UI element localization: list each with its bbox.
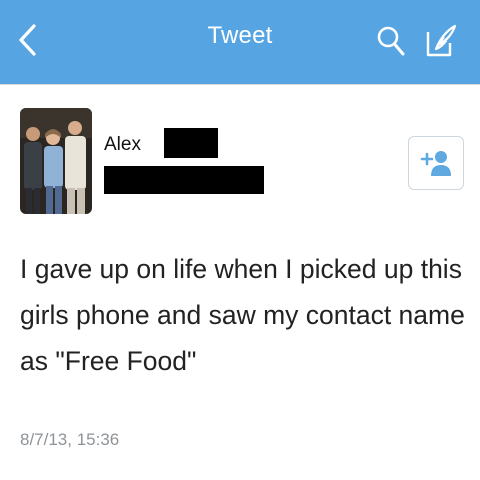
top-navigation-bar: Tweet: [0, 0, 480, 84]
redacted-handle: [104, 166, 264, 194]
tweet-timestamp: 8/7/13, 15:36: [20, 430, 120, 449]
redacted-surname: [164, 128, 218, 158]
navbar-divider: [0, 84, 480, 85]
avatar[interactable]: [20, 108, 92, 214]
author-name[interactable]: Alex: [104, 134, 141, 156]
compose-icon: [426, 24, 457, 57]
compose-button[interactable]: [420, 18, 462, 64]
search-icon: [377, 26, 405, 56]
follow-button[interactable]: [408, 136, 464, 190]
tweet-text: I gave up on life when I picked up this …: [20, 254, 465, 376]
profile-photo-icon: [20, 108, 92, 214]
search-button[interactable]: [372, 20, 410, 62]
tweet-detail-screen: Tweet Alex I gave up on life when I pick…: [0, 0, 480, 480]
add-user-icon: [420, 151, 451, 176]
